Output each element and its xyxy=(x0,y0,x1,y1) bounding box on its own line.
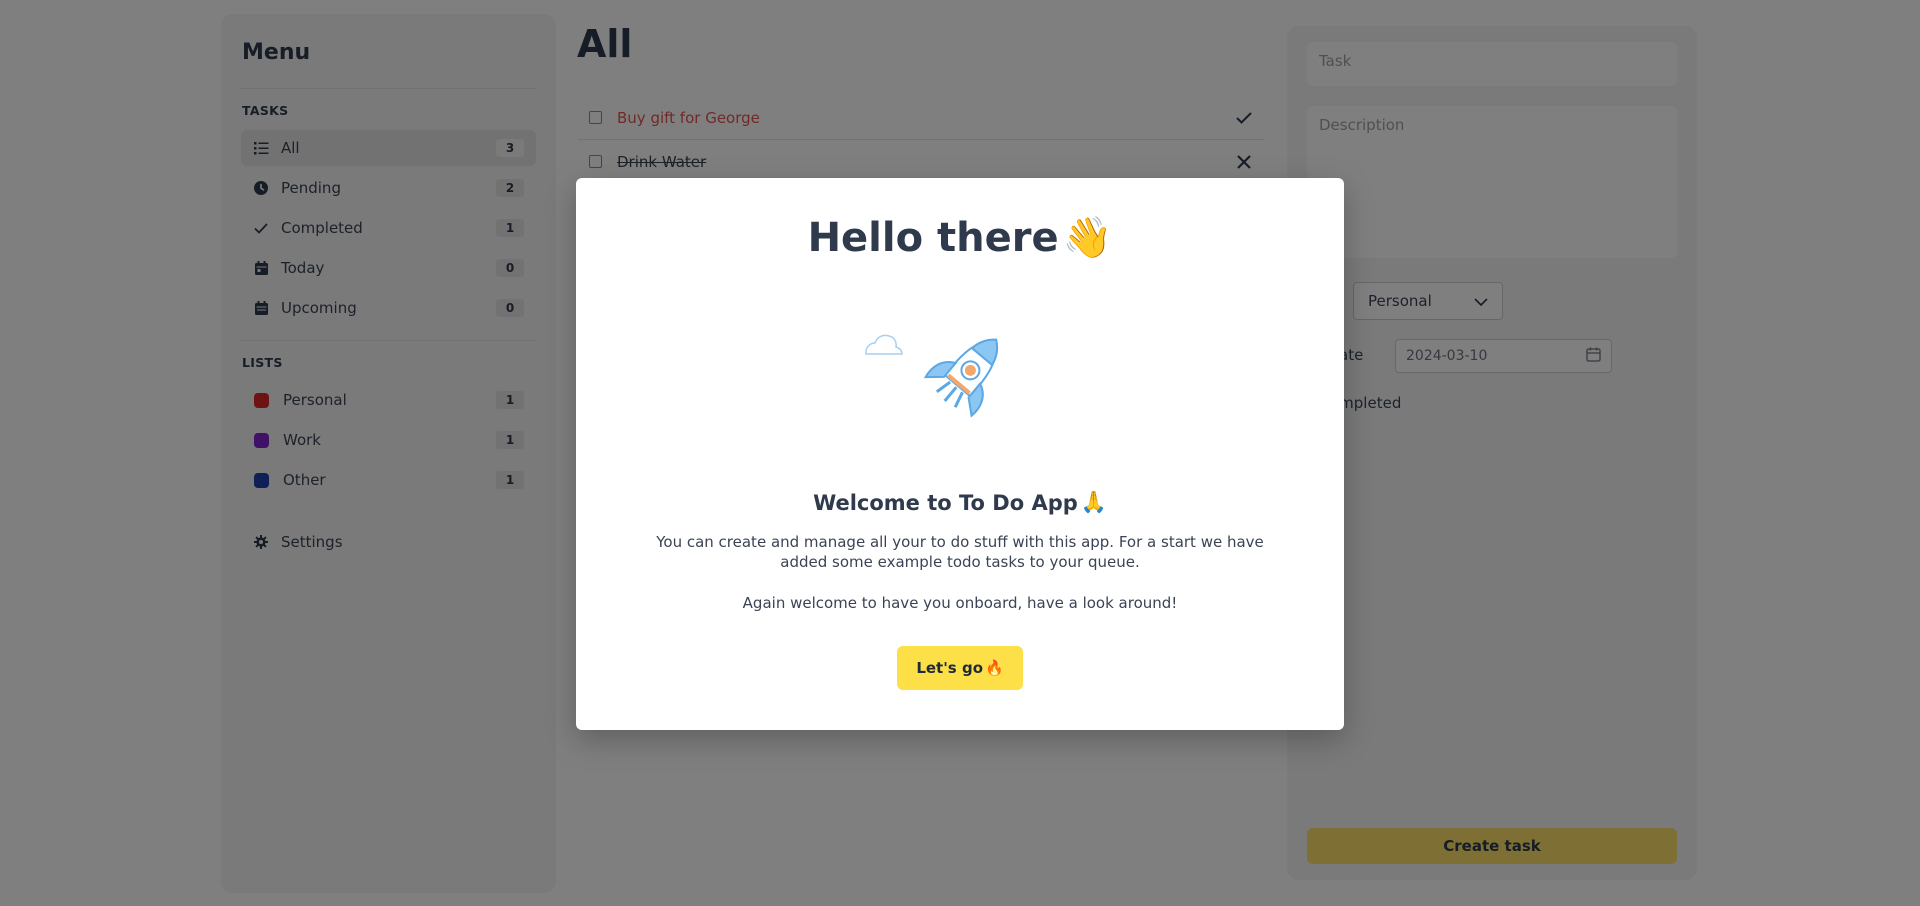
modal-title-text: Hello there xyxy=(807,214,1059,261)
lets-go-button[interactable]: Let's go 🔥 xyxy=(897,646,1023,690)
waving-hand-icon: 👋 xyxy=(1062,215,1113,261)
rocket-illustration xyxy=(865,334,999,418)
welcome-description: You can create and manage all your to do… xyxy=(656,533,1264,571)
lets-go-label: Let's go xyxy=(916,659,983,677)
welcome-modal: Hello there 👋 Welcome to To Do App 🙏 You… xyxy=(576,178,1344,730)
welcome-heading: Welcome to To Do App 🙏 xyxy=(576,490,1344,515)
fire-icon: 🔥 xyxy=(985,659,1004,677)
praying-hands-icon: 🙏 xyxy=(1080,490,1107,514)
modal-title: Hello there 👋 xyxy=(576,214,1344,262)
welcome-heading-text: Welcome to To Do App xyxy=(813,490,1078,515)
welcome-description-2: Again welcome to have you onboard, have … xyxy=(742,594,1178,612)
